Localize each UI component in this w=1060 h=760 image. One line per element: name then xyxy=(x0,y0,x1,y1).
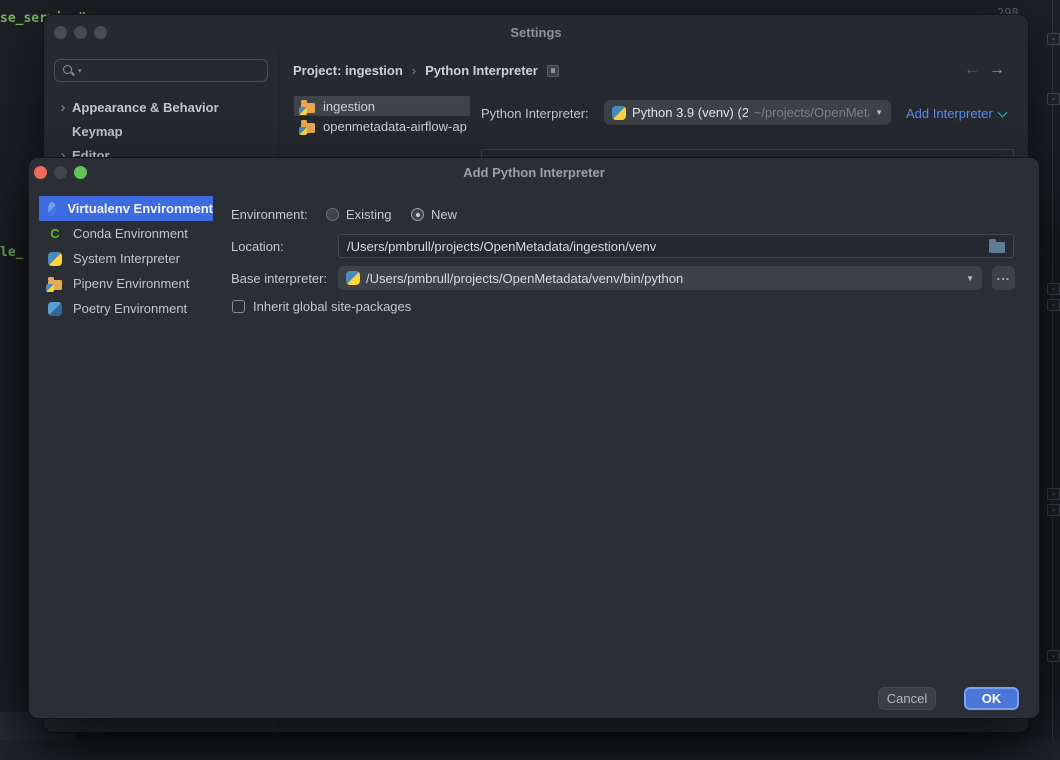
fold-marker-icon[interactable]: ⌄ xyxy=(1047,650,1060,662)
interpreter-label: Python Interpreter: xyxy=(481,106,589,121)
python-icon xyxy=(48,252,62,266)
location-value: /Users/pmbrull/projects/OpenMetadata/ing… xyxy=(347,239,656,254)
virtualenv-icon xyxy=(48,202,56,216)
python-badge-icon xyxy=(46,284,54,292)
breadcrumb-separator-icon: › xyxy=(412,63,416,78)
back-arrow-icon[interactable]: ← xyxy=(964,62,980,78)
sidebar-item-appearance-behavior[interactable]: › Appearance & Behavior xyxy=(54,95,268,119)
conda-icon: C xyxy=(48,227,62,241)
fold-marker-icon[interactable]: ⌄ xyxy=(1047,504,1060,516)
radio-new-group[interactable]: New xyxy=(411,207,457,222)
chevron-right-icon[interactable]: › xyxy=(54,99,72,116)
sidebar-item-system[interactable]: System Interpreter xyxy=(39,246,213,271)
python-icon xyxy=(612,106,626,120)
sidebar-item-label: Poetry Environment xyxy=(73,301,187,316)
location-label: Location: xyxy=(231,239,284,254)
screen: se_service" le_ 298 ⌄ ⌄ ⌄ ⌄ ⌄ ⌄ ⌄ Settin… xyxy=(0,0,1060,760)
radio-new-label[interactable]: New xyxy=(431,207,457,222)
settings-search-input[interactable]: ▾ xyxy=(54,59,268,82)
fold-marker-icon[interactable]: ⌄ xyxy=(1047,93,1060,105)
search-icon xyxy=(62,64,76,78)
pipenv-folder-icon xyxy=(48,280,62,290)
browse-folder-icon[interactable] xyxy=(989,242,1005,253)
project-row-openmetadata-airflow[interactable]: openmetadata-airflow-ap xyxy=(294,116,470,136)
sidebar-item-label: Appearance & Behavior xyxy=(72,100,219,115)
sidebar-item-keymap[interactable]: › Keymap xyxy=(54,119,268,143)
python-folder-icon xyxy=(301,103,315,113)
sidebar-item-label: Pipenv Environment xyxy=(73,276,189,291)
editor-scrollbar-rail[interactable] xyxy=(1052,0,1053,760)
chevron-down-icon xyxy=(997,108,1007,118)
sidebar-item-conda[interactable]: C Conda Environment xyxy=(39,221,213,246)
project-row-ingestion[interactable]: ingestion xyxy=(294,96,470,116)
inherit-checkbox-group[interactable]: Inherit global site-packages xyxy=(232,299,411,314)
radio-existing[interactable] xyxy=(326,208,339,221)
settings-window-title: Settings xyxy=(44,25,1028,40)
python-icon xyxy=(346,271,360,285)
fold-marker-icon[interactable]: ⌄ xyxy=(1047,33,1060,45)
sidebar-item-label: Conda Environment xyxy=(73,226,188,241)
inherit-checkbox[interactable] xyxy=(232,300,245,313)
location-input[interactable]: /Users/pmbrull/projects/OpenMetadata/ing… xyxy=(338,234,1014,258)
radio-existing-label[interactable]: Existing xyxy=(346,207,392,222)
background-code-line: le_ xyxy=(0,245,26,260)
caret-down-icon: ▼ xyxy=(966,274,974,283)
interpreter-path: ~/projects/OpenMeta xyxy=(754,105,869,120)
radio-new[interactable] xyxy=(411,208,424,221)
search-history-caret-icon[interactable]: ▾ xyxy=(78,67,82,75)
forward-arrow-icon[interactable]: → xyxy=(989,62,1005,78)
sidebar-item-virtualenv[interactable]: Virtualenv Environment xyxy=(39,196,213,221)
fold-marker-icon[interactable]: ⌄ xyxy=(1047,299,1060,311)
sidebar-item-poetry[interactable]: Poetry Environment xyxy=(39,296,213,321)
poetry-icon xyxy=(48,302,62,316)
dialog-sidebar: Virtualenv Environment C Conda Environme… xyxy=(39,196,213,321)
base-interpreter-dropdown[interactable]: /Users/pmbrull/projects/OpenMetadata/ven… xyxy=(338,266,982,290)
browse-interpreter-button[interactable]: ... xyxy=(992,266,1015,290)
project-list: ingestion openmetadata-airflow-ap xyxy=(294,96,470,136)
add-interpreter-link[interactable]: Add Interpreter xyxy=(906,106,1006,121)
project-row-label: openmetadata-airflow-ap xyxy=(323,119,467,134)
base-interpreter-value: /Users/pmbrull/projects/OpenMetadata/ven… xyxy=(366,271,683,286)
breadcrumb: Project: ingestion › Python Interpreter xyxy=(293,63,559,78)
sidebar-item-pipenv[interactable]: Pipenv Environment xyxy=(39,271,213,296)
sidebar-item-label: System Interpreter xyxy=(73,251,180,266)
ok-button[interactable]: OK xyxy=(964,687,1019,710)
sidebar-item-label: Keymap xyxy=(72,124,123,139)
project-scope-icon xyxy=(547,65,559,77)
python-folder-icon xyxy=(301,123,315,133)
interpreter-dropdown[interactable]: Python 3.9 (venv) (2) ~/projects/OpenMet… xyxy=(604,100,891,125)
fold-marker-icon[interactable]: ⌄ xyxy=(1047,488,1060,500)
add-interpreter-dialog: Add Python Interpreter Virtualenv Enviro… xyxy=(28,157,1040,719)
add-interpreter-label: Add Interpreter xyxy=(906,106,993,121)
caret-down-icon: ▼ xyxy=(875,108,883,117)
project-row-label: ingestion xyxy=(323,99,375,114)
fold-marker-icon[interactable]: ⌄ xyxy=(1047,283,1060,295)
radio-existing-group[interactable]: Existing xyxy=(326,207,392,222)
breadcrumb-page[interactable]: Python Interpreter xyxy=(425,63,538,78)
python-badge-icon xyxy=(299,107,307,115)
background-editor-strip xyxy=(0,740,1060,760)
dialog-title: Add Python Interpreter xyxy=(29,165,1039,180)
breadcrumb-project[interactable]: Project: ingestion xyxy=(293,63,403,78)
cancel-button[interactable]: Cancel xyxy=(878,687,936,710)
sidebar-item-label: Virtualenv Environment xyxy=(67,201,213,216)
inherit-checkbox-label[interactable]: Inherit global site-packages xyxy=(253,299,411,314)
base-interpreter-label: Base interpreter: xyxy=(231,271,327,286)
interpreter-value: Python 3.9 (venv) (2) xyxy=(632,105,748,120)
environment-label: Environment: xyxy=(231,207,308,222)
python-badge-icon xyxy=(299,127,307,135)
